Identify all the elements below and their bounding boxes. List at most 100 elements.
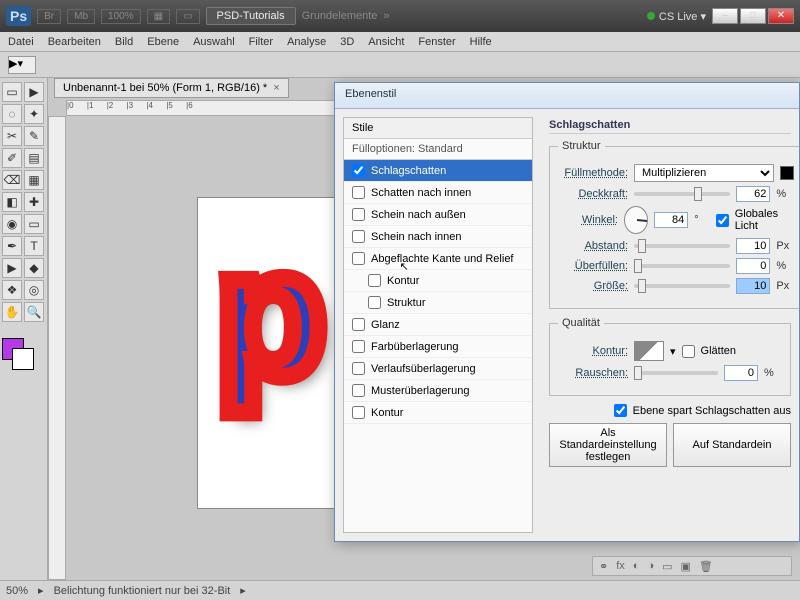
tool-wand[interactable]: ✦ [24,104,44,124]
distance-slider[interactable] [634,244,730,248]
fill-options[interactable]: Fülloptionen: Standard [344,139,532,160]
bridge-badge[interactable]: Br [37,9,61,24]
fx-icon[interactable]: fx [616,560,625,572]
style-row-0[interactable]: Schlagschatten [344,160,532,182]
tool-history[interactable]: ▦ [24,170,44,190]
tool-dodge[interactable]: ▭ [24,214,44,234]
style-row-11[interactable]: Kontur [344,402,532,424]
new-icon[interactable]: ▣ [681,560,691,573]
style-row-3[interactable]: Schein nach innen [344,226,532,248]
tool-heal[interactable]: ✐ [2,148,22,168]
workspace-more[interactable]: » [383,10,389,22]
menu-filter[interactable]: Filter [249,36,273,48]
tool-pen[interactable]: ✒ [2,236,22,256]
style-checkbox[interactable] [352,340,365,353]
tool-3d[interactable]: ❖ [2,280,22,300]
style-checkbox[interactable] [352,164,365,177]
blendmode-select[interactable]: Multiplizieren [634,164,774,182]
link-icon[interactable]: ⚭ [599,560,608,573]
style-checkbox[interactable] [368,296,381,309]
menu-hilfe[interactable]: Hilfe [470,36,492,48]
spread-input[interactable] [736,258,770,274]
arrange-icon[interactable]: ▦ [147,9,170,24]
style-row-6[interactable]: Struktur [344,292,532,314]
angle-input[interactable] [654,212,688,228]
tool-stamp[interactable]: ⌫ [2,170,22,190]
tool-select[interactable]: ▶ [24,82,44,102]
menu-analyse[interactable]: Analyse [287,36,326,48]
tool-eyedrop[interactable]: ✎ [24,126,44,146]
zoom-level[interactable]: 100% [101,9,141,24]
folder-icon[interactable]: ▭ [662,560,672,573]
shadow-color-swatch[interactable] [780,166,794,180]
style-checkbox[interactable] [352,208,365,221]
tool-type[interactable]: T [24,236,44,256]
minibridge-badge[interactable]: Mb [67,9,95,24]
menu-ebene[interactable]: Ebene [147,36,179,48]
noise-input[interactable] [724,365,758,381]
style-checkbox[interactable] [352,318,365,331]
styles-header[interactable]: Stile [344,118,532,139]
cs-live[interactable]: CS Live ▾ [647,10,706,23]
style-checkbox[interactable] [352,230,365,243]
contour-picker[interactable] [634,341,664,361]
tool-3dcam[interactable]: ◎ [24,280,44,300]
close-button[interactable]: ✕ [768,8,794,24]
tool-hand[interactable]: ✋ [2,302,22,322]
mask-icon[interactable]: ◐ [633,560,640,572]
tool-brush[interactable]: ▤ [24,148,44,168]
menu-bild[interactable]: Bild [115,36,133,48]
tool-shape[interactable]: ◆ [24,258,44,278]
tool-path[interactable]: ▶ [2,258,22,278]
screenmode-icon[interactable]: ▭ [176,9,199,24]
style-row-10[interactable]: Musterüberlagerung [344,380,532,402]
background-color[interactable] [12,348,34,370]
style-checkbox[interactable] [352,362,365,375]
current-tool-icon[interactable]: ▶▾ [8,56,36,74]
angle-dial[interactable] [624,206,648,234]
style-row-9[interactable]: Verlaufsüberlagerung [344,358,532,380]
noise-slider[interactable] [634,371,718,375]
tool-crop[interactable]: ✂ [2,126,22,146]
minimize-button[interactable]: – [712,8,738,24]
trash-icon[interactable]: 🗑 [699,560,713,573]
opacity-slider[interactable] [634,192,730,196]
document-tab[interactable]: Unbenannt-1 bei 50% (Form 1, RGB/16) *× [54,78,289,98]
style-checkbox[interactable] [368,274,381,287]
tool-gradient[interactable]: ✚ [24,192,44,212]
menu-bearbeiten[interactable]: Bearbeiten [48,36,101,48]
tab-close-icon[interactable]: × [273,82,279,94]
global-light-checkbox[interactable] [716,214,729,227]
workspace-active[interactable]: PSD-Tutorials [206,7,296,25]
knockout-checkbox[interactable] [614,404,627,417]
tool-zoom[interactable]: 🔍 [24,302,44,322]
style-row-1[interactable]: Schatten nach innen [344,182,532,204]
adjust-icon[interactable]: ◑ [647,560,654,572]
dialog-title[interactable]: Ebenenstil [335,83,799,109]
distance-input[interactable] [736,238,770,254]
tool-blur[interactable]: ◉ [2,214,22,234]
status-zoom[interactable]: 50% [6,585,28,597]
style-checkbox[interactable] [352,406,365,419]
style-checkbox[interactable] [352,384,365,397]
tool-lasso[interactable]: ◌ [2,104,22,124]
menu-datei[interactable]: Datei [8,36,34,48]
style-checkbox[interactable] [352,186,365,199]
reset-default-button[interactable]: Auf Standardein [673,423,791,467]
tool-move[interactable]: ▭ [2,82,22,102]
workspace-other[interactable]: Grundelemente [302,10,378,22]
antialias-checkbox[interactable] [682,345,695,358]
style-row-2[interactable]: Schein nach außen [344,204,532,226]
size-slider[interactable] [634,284,730,288]
menu-fenster[interactable]: Fenster [418,36,455,48]
menu-ansicht[interactable]: Ansicht [368,36,404,48]
menu-3d[interactable]: 3D [340,36,354,48]
spread-slider[interactable] [634,264,730,268]
tool-eraser[interactable]: ◧ [2,192,22,212]
size-input[interactable] [736,278,770,294]
make-default-button[interactable]: Als Standardeinstellung festlegen [549,423,667,467]
opacity-input[interactable] [736,186,770,202]
style-row-7[interactable]: Glanz [344,314,532,336]
style-row-8[interactable]: Farbüberlagerung [344,336,532,358]
menu-auswahl[interactable]: Auswahl [193,36,235,48]
